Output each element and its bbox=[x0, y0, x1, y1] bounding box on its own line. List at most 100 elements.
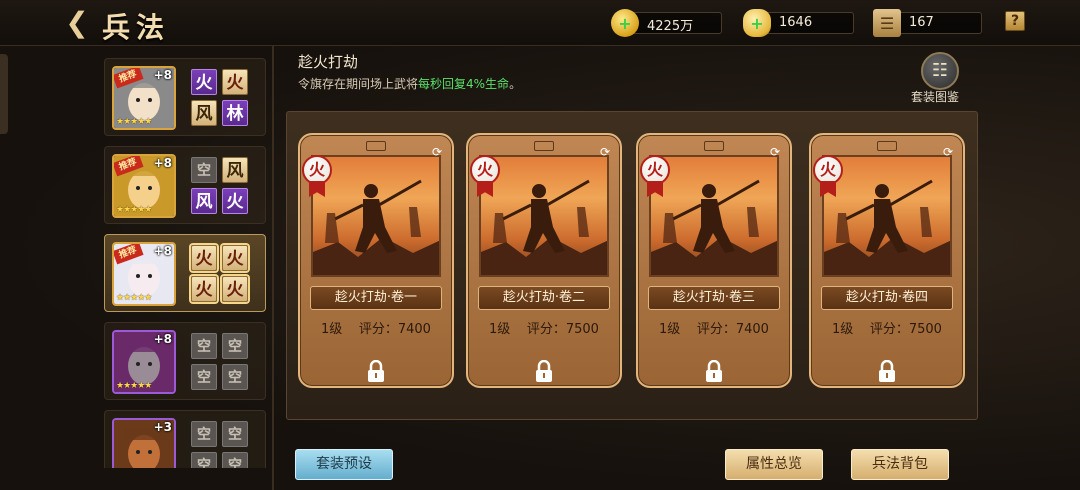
warrior-silhouette-icon bbox=[481, 179, 607, 275]
gold-ingot-icon: + bbox=[743, 9, 771, 37]
tactic-slot[interactable]: 火 bbox=[222, 276, 248, 302]
card-score: 7500 bbox=[908, 322, 942, 337]
card-element: 火 bbox=[470, 155, 500, 185]
tactic-slot[interactable]: 火 bbox=[191, 69, 217, 95]
gold-coin-counter[interactable]: + 4225万 bbox=[611, 9, 722, 37]
tactic-slot[interactable]: 火 bbox=[222, 69, 248, 95]
general-portrait: +3★★★★★ bbox=[112, 418, 176, 468]
swap-icon[interactable]: ⟳ bbox=[430, 145, 444, 159]
scroll-counter: ☰ 167 bbox=[873, 9, 982, 37]
lock-icon[interactable] bbox=[704, 360, 724, 382]
tactic-slot[interactable]: 空 bbox=[191, 333, 217, 359]
tactic-slot[interactable]: 林 bbox=[222, 100, 248, 126]
general-item[interactable]: +3★★★★★ 空空空空 bbox=[104, 410, 266, 468]
fire-element-badge: 火 bbox=[302, 155, 332, 197]
tactic-slot[interactable]: 火 bbox=[222, 188, 248, 214]
set-desc-highlight: 每秒回复4%生命 bbox=[418, 77, 510, 91]
ribbon-tail bbox=[647, 181, 663, 197]
divider bbox=[272, 46, 274, 490]
tactic-slot[interactable]: 风 bbox=[222, 157, 248, 183]
gold-coin-value: 4225万 bbox=[647, 19, 694, 34]
set-desc-prefix: 令旗存在期间场上武将 bbox=[298, 77, 419, 91]
tactic-slot[interactable]: 火 bbox=[222, 245, 248, 271]
general-item[interactable]: 推荐 +8 ★★★★★ 空风风火 bbox=[104, 146, 266, 224]
tactic-slot[interactable]: 空 bbox=[191, 157, 217, 183]
swap-icon[interactable]: ⟳ bbox=[941, 145, 955, 159]
card-top-ornament bbox=[877, 141, 897, 151]
general-plus-level: +8 bbox=[153, 68, 172, 82]
tactic-card[interactable]: 火 ⟳ 趁火打劫·卷三 1级 评分：7400 bbox=[636, 133, 792, 388]
scroll-value: 167 bbox=[909, 15, 934, 30]
swap-icon[interactable]: ⟳ bbox=[768, 145, 782, 159]
tactic-slot[interactable]: 空 bbox=[222, 333, 248, 359]
star-rating-icon: ★★★★★ bbox=[116, 381, 152, 391]
card-name: 趁火打劫·卷四 bbox=[821, 286, 953, 310]
set-description: 令旗存在期间场上武将每秒回复4%生命。 bbox=[298, 75, 521, 92]
card-top-ornament bbox=[366, 141, 386, 151]
general-portrait: 推荐 +8 ★★★★★ bbox=[112, 242, 176, 306]
lock-icon[interactable] bbox=[534, 360, 554, 382]
card-level: 1级 bbox=[321, 322, 343, 337]
scroll-icon: ☰ bbox=[873, 9, 901, 37]
set-guide-label[interactable]: 套装图鉴 bbox=[911, 88, 959, 105]
tactic-card[interactable]: 火 ⟳ 趁火打劫·卷一 1级 评分：7400 bbox=[298, 133, 454, 388]
general-item[interactable]: +8 ★★★★★ 空空空空 bbox=[104, 322, 266, 400]
card-element: 火 bbox=[302, 155, 332, 185]
general-item[interactable]: 推荐 +8 ★★★★★ 火火风林 bbox=[104, 58, 266, 136]
fire-element-badge: 火 bbox=[640, 155, 670, 197]
side-drawer-handle[interactable] bbox=[0, 54, 8, 134]
tactic-card[interactable]: 火 ⟳ 趁火打劫·卷四 1级 评分：7500 bbox=[809, 133, 965, 388]
tactic-slot[interactable]: 风 bbox=[191, 188, 217, 214]
ribbon-tail bbox=[820, 181, 836, 197]
fire-element-badge: 火 bbox=[813, 155, 843, 197]
gold-ingot-counter[interactable]: + 1646 bbox=[743, 9, 854, 37]
general-item[interactable]: 推荐 +8 ★★★★★ 火火火火 bbox=[104, 234, 266, 312]
general-portrait: 推荐 +8 ★★★★★ bbox=[112, 66, 176, 130]
general-portrait: 推荐 +8 ★★★★★ bbox=[112, 154, 176, 218]
card-name: 趁火打劫·卷三 bbox=[648, 286, 780, 310]
warrior-silhouette-icon bbox=[824, 179, 950, 275]
card-score: 7500 bbox=[565, 322, 599, 337]
card-level: 1级 bbox=[832, 322, 854, 337]
tactic-slot[interactable]: 空 bbox=[222, 421, 248, 447]
star-rating-icon: ★★★★★ bbox=[116, 293, 152, 303]
set-guide-book-icon[interactable]: ☷ bbox=[921, 52, 959, 90]
tactic-slot[interactable]: 空 bbox=[222, 364, 248, 390]
gold-ingot-value: 1646 bbox=[779, 15, 813, 30]
tactic-slot[interactable]: 空 bbox=[191, 421, 217, 447]
fire-element-badge: 火 bbox=[470, 155, 500, 197]
set-name: 趁火打劫 bbox=[298, 53, 359, 71]
set-desc-suffix: 。 bbox=[509, 77, 522, 91]
tactics-bag-button[interactable]: 兵法背包 bbox=[851, 449, 949, 480]
general-portrait: +8 ★★★★★ bbox=[112, 330, 176, 394]
card-name: 趁火打劫·卷一 bbox=[310, 286, 442, 310]
attribute-overview-button[interactable]: 属性总览 bbox=[725, 449, 823, 480]
swap-icon[interactable]: ⟳ bbox=[598, 145, 612, 159]
lock-icon[interactable] bbox=[877, 360, 897, 382]
set-preset-button[interactable]: 套装预设 bbox=[295, 449, 393, 480]
tactic-slot[interactable]: 空 bbox=[191, 452, 217, 468]
tactic-slot[interactable]: 空 bbox=[191, 364, 217, 390]
tactic-slot[interactable]: 风 bbox=[191, 100, 217, 126]
ribbon-tail bbox=[309, 181, 325, 197]
general-plus-level: +8 bbox=[153, 156, 172, 170]
tactic-card[interactable]: 火 ⟳ 趁火打劫·卷二 1级 评分：7500 bbox=[466, 133, 622, 388]
page-title: 兵法 bbox=[102, 11, 171, 44]
general-plus-level: +3 bbox=[153, 420, 172, 434]
help-button[interactable]: ? bbox=[1005, 11, 1025, 31]
general-list[interactable]: 推荐 +8 ★★★★★ 火火风林推荐 +8 ★★★★★ 空风风火推荐 +8 ★★★★★ 火火火火 +… bbox=[104, 58, 266, 468]
tactic-slot[interactable]: 火 bbox=[191, 245, 217, 271]
tactic-slot[interactable]: 空 bbox=[222, 452, 248, 468]
tactic-slot[interactable]: 火 bbox=[191, 276, 217, 302]
card-score: 7400 bbox=[397, 322, 431, 337]
star-rating-icon: ★★★★★ bbox=[116, 205, 152, 215]
card-score-label: 评分： bbox=[696, 322, 736, 337]
card-info: 1级 评分：7500 bbox=[811, 318, 963, 337]
general-plus-level: +8 bbox=[153, 332, 172, 346]
card-score-label: 评分： bbox=[358, 322, 398, 337]
card-top-ornament bbox=[704, 141, 724, 151]
back-arrow-icon[interactable]: ❮ bbox=[62, 8, 92, 38]
card-score: 7400 bbox=[735, 322, 769, 337]
general-plus-level: +8 bbox=[153, 244, 172, 258]
lock-icon[interactable] bbox=[366, 360, 386, 382]
